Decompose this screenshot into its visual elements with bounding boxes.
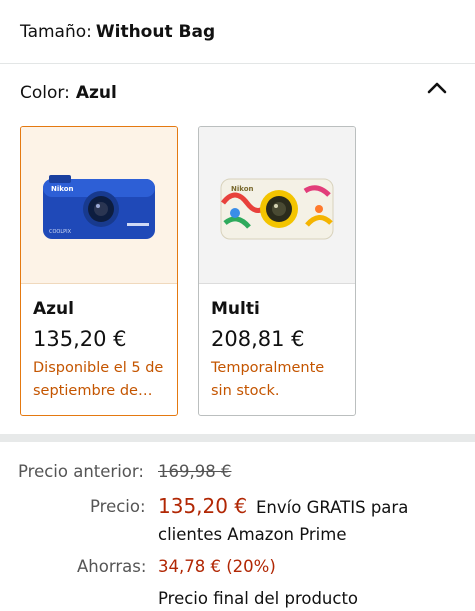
shipping-note: Envío GRATIS para: [256, 498, 409, 517]
color-label: Color: Azul: [20, 83, 117, 103]
svg-text:Nikon: Nikon: [231, 185, 254, 193]
final-price-note: Precio final del producto: [158, 589, 359, 608]
svg-text:COOLPIX: COOLPIX: [49, 229, 72, 235]
svg-text:Nikon: Nikon: [51, 185, 74, 193]
size-label: Tamaño: Without Bag: [20, 22, 216, 42]
section-divider: [0, 434, 475, 442]
previous-price-label: Precio anterior:: [18, 462, 144, 481]
price-value: 135,20 €: [158, 494, 248, 518]
option-availability-azul: Disponible el 5 de septiembre de…: [33, 360, 164, 399]
shipping-note-continued: clientes Amazon Prime: [158, 525, 347, 544]
camera-blue-icon: Nikon COOLPIX: [43, 175, 155, 239]
chevron-up-icon[interactable]: [424, 77, 450, 99]
savings-value: 34,78 € (20%): [158, 557, 276, 576]
savings-label: Ahorras:: [77, 557, 147, 576]
color-selector-header[interactable]: Color: Azul: [0, 65, 475, 121]
color-option-multi[interactable]: Nikon Multi 208,81 € Temporalmente sin s…: [198, 126, 356, 416]
color-value: Azul: [75, 83, 117, 103]
size-value: Without Bag: [95, 22, 216, 42]
option-price-multi: 208,81 €: [211, 327, 305, 351]
camera-multi-icon: Nikon: [220, 178, 334, 240]
product-image-multi: Nikon: [199, 127, 355, 284]
product-image-azul: Nikon COOLPIX: [21, 127, 177, 284]
previous-price-value: 169,98 €: [158, 462, 232, 481]
color-option-azul[interactable]: Nikon COOLPIX Azul 135,20 € Disponible e…: [20, 126, 178, 416]
option-name-azul: Azul: [33, 299, 74, 319]
option-name-multi: Multi: [211, 299, 260, 319]
price-label: Precio:: [90, 497, 146, 516]
option-availability-multi: Temporalmente sin stock.: [211, 360, 325, 399]
size-selector-row[interactable]: Tamaño: Without Bag: [0, 0, 475, 64]
option-price-azul: 135,20 €: [33, 327, 127, 351]
